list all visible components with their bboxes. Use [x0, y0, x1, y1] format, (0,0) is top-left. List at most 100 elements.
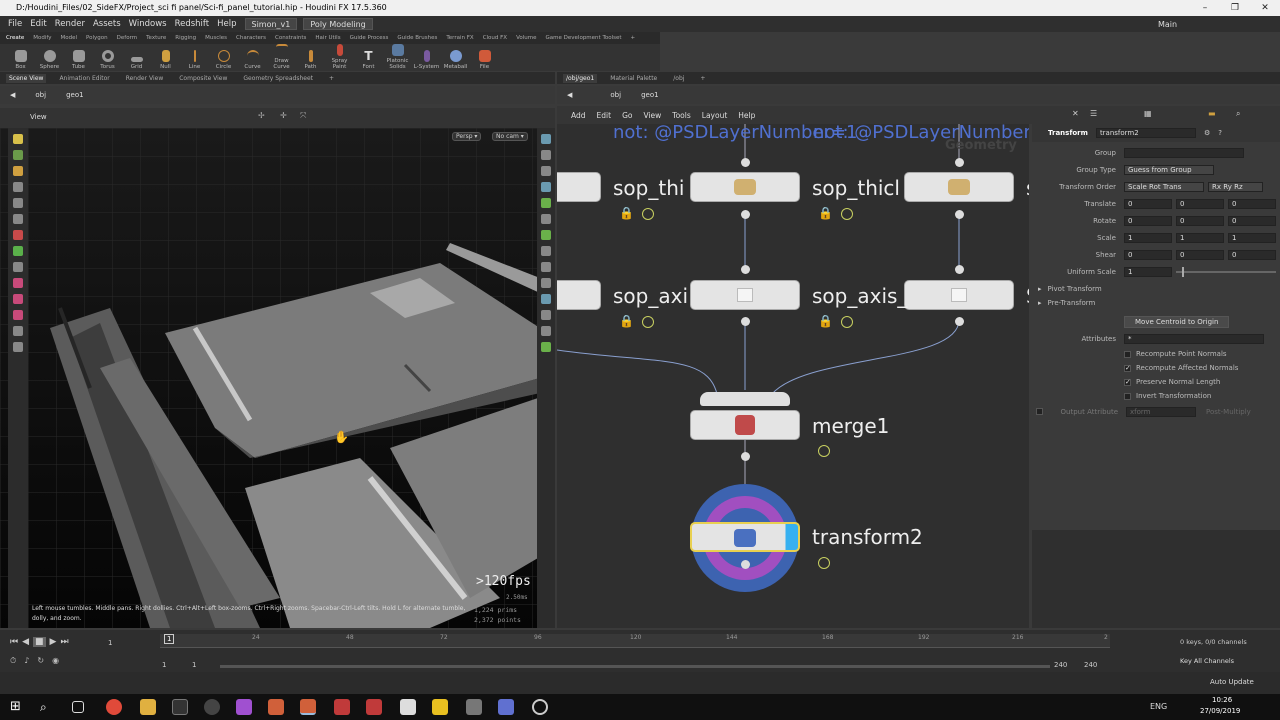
3d-viewport[interactable]: Persp ▾ No cam ▾ ✋ >120fps 2.50ms 1,224 … [0, 128, 538, 628]
menu-edit[interactable]: Edit [30, 19, 46, 29]
output-attribute-field[interactable]: xform [1126, 406, 1196, 417]
node-left-cut-2[interactable] [557, 280, 601, 310]
range-end-field[interactable]: 240 [1054, 661, 1067, 669]
range-start-field[interactable]: 1 [192, 661, 196, 669]
key-all-channels-button[interactable]: Key All Channels [1180, 657, 1234, 665]
file-explorer-icon[interactable] [140, 699, 156, 715]
folder-icon[interactable]: ▬ [1208, 109, 1216, 118]
select-tool-icon[interactable] [13, 134, 23, 144]
task-view-icon[interactable] [72, 701, 84, 713]
bypass-icon[interactable] [841, 316, 853, 328]
search-icon[interactable]: ⌕ [40, 699, 56, 715]
uniform-scale-slider[interactable] [1176, 266, 1276, 277]
shelf-tab[interactable]: Hair Utils [315, 35, 340, 41]
menu-assets[interactable]: Assets [93, 19, 121, 29]
node-left-cut-1[interactable] [557, 172, 601, 202]
scale-icon[interactable] [13, 246, 23, 256]
desktop-dropdown[interactable]: Simon_v1 [244, 18, 298, 30]
shelf-tab[interactable]: Texture [146, 35, 166, 41]
tool-sphere[interactable]: Sphere [35, 44, 64, 71]
tab-obj[interactable]: /obj [670, 74, 687, 83]
shear-y[interactable]: 0 [1176, 249, 1224, 260]
path-geo1[interactable]: geo1 [56, 91, 84, 99]
node-transform2[interactable] [690, 522, 800, 552]
node-sop-thick-2[interactable] [904, 172, 1014, 202]
magnet-icon[interactable] [13, 278, 23, 288]
pose-icon[interactable] [13, 262, 23, 272]
shelf-tab[interactable]: Muscles [205, 35, 227, 41]
path-geo1[interactable]: geo1 [631, 91, 659, 99]
points-icon[interactable] [541, 198, 551, 208]
app-icon[interactable] [204, 699, 220, 715]
chrome-icon[interactable] [106, 699, 122, 715]
recompute-affected-normals-checkbox[interactable]: ✓ [1124, 364, 1131, 372]
lock-icon[interactable]: 🔒 [818, 206, 833, 220]
merge-input-bar[interactable] [700, 392, 790, 406]
scale-z[interactable]: 1 [1228, 232, 1276, 243]
tool-line[interactable]: Line [180, 44, 209, 71]
translate-z[interactable]: 0 [1228, 198, 1276, 209]
scale-x[interactable]: 1 [1124, 232, 1172, 243]
pre-transform-folder[interactable]: Pre-Transform [1048, 299, 1096, 307]
play-icon[interactable]: ▶ [50, 637, 57, 647]
redshift-icon[interactable] [334, 699, 350, 715]
tool-l-system[interactable]: L-System [412, 44, 441, 71]
minimize-button[interactable]: – [1190, 0, 1220, 16]
tool-font[interactable]: T Font [354, 44, 383, 71]
gear-icon[interactable]: ⚙ [1204, 129, 1210, 137]
menu-windows[interactable]: Windows [129, 19, 167, 29]
shelf-tab[interactable]: Modify [33, 35, 51, 41]
menu-render[interactable]: Render [55, 19, 85, 29]
tool-tube[interactable]: Tube [64, 44, 93, 71]
bypass-icon[interactable] [818, 445, 830, 457]
scale-y[interactable]: 1 [1176, 232, 1224, 243]
menu-view[interactable]: View [643, 111, 661, 120]
input-connector[interactable] [741, 265, 750, 274]
menu-add[interactable]: Add [571, 111, 586, 120]
shelf-tab[interactable]: Guide Brushes [397, 35, 437, 41]
search-icon[interactable]: ⌕ [1236, 109, 1240, 119]
lock-icon[interactable]: 🔒 [818, 314, 833, 328]
rotate-z[interactable]: 0 [1228, 215, 1276, 226]
tools-icon[interactable]: ✕ [1072, 109, 1079, 118]
jump-end-icon[interactable]: ⏭ [60, 637, 68, 647]
substance-icon[interactable] [236, 699, 252, 715]
menu-tools[interactable]: Tools [672, 111, 690, 120]
normals-icon[interactable] [541, 214, 551, 224]
tab-composite-view[interactable]: Composite View [176, 74, 230, 83]
tool-file[interactable]: File [470, 44, 499, 71]
light-icon[interactable] [541, 166, 551, 176]
epic-games-icon[interactable] [172, 699, 188, 715]
slider-handle[interactable] [1182, 266, 1184, 277]
clock-date[interactable]: 27/09/2019 [1200, 707, 1240, 715]
notes-icon[interactable] [432, 699, 448, 715]
vertex-icon[interactable] [541, 246, 551, 256]
range-slider[interactable] [220, 665, 1050, 668]
maximize-button[interactable]: ❐ [1220, 0, 1250, 16]
tab-render-view[interactable]: Render View [123, 74, 167, 83]
node-sop-axis-1[interactable] [690, 280, 800, 310]
houdini-icon[interactable] [268, 699, 284, 715]
grid-toggle-icon[interactable] [541, 278, 551, 288]
menu-edit[interactable]: Edit [597, 111, 612, 120]
bypass-icon[interactable] [642, 208, 654, 220]
tool-torus[interactable]: Torus [93, 44, 122, 71]
lock-icon[interactable]: 🔒 [619, 314, 634, 328]
camera-dropdown[interactable]: No cam ▾ [492, 132, 528, 141]
app-icon[interactable] [366, 699, 382, 715]
path-obj[interactable]: obj [582, 91, 621, 99]
expand-arrow-icon[interactable]: ▸ [1038, 285, 1042, 293]
tool-spray-paint[interactable]: Spray Paint [325, 44, 354, 71]
bypass-icon[interactable] [818, 557, 830, 569]
group-type-dropdown[interactable]: Guess from Group [1124, 164, 1214, 175]
pivot-transform-folder[interactable]: Pivot Transform [1048, 285, 1102, 293]
tool-path[interactable]: Path [296, 44, 325, 71]
output-connector[interactable] [955, 210, 964, 219]
tool-curve[interactable]: Curve [238, 44, 267, 71]
snap-icon[interactable]: ✢ [258, 111, 265, 120]
play-back-icon[interactable]: ◀ [22, 637, 29, 647]
output-connector[interactable] [741, 210, 750, 219]
help-icon[interactable]: ? [1218, 129, 1222, 137]
loop-icon[interactable]: ↻ [37, 656, 44, 666]
menu-redshift[interactable]: Redshift [175, 19, 210, 29]
